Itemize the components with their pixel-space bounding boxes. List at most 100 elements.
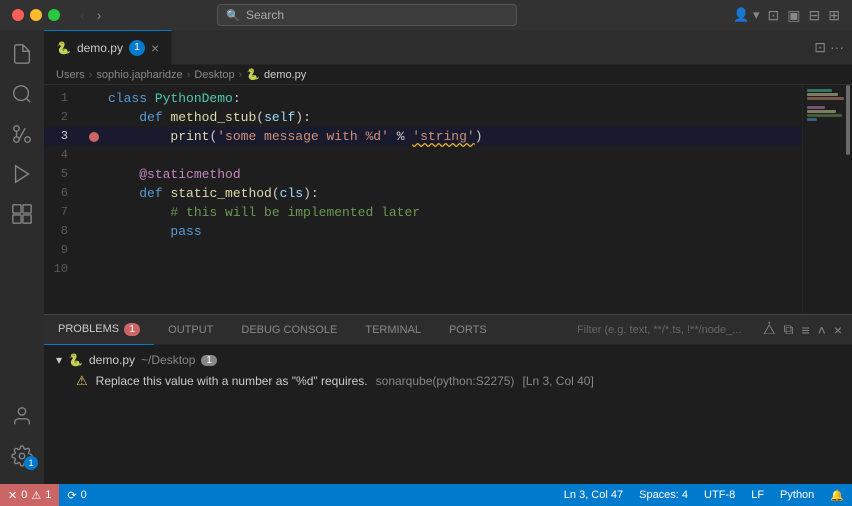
code-line-10: 10	[44, 260, 802, 279]
main-container: 1 🐍 demo.py 1 × ⊡ ··· Users	[0, 30, 852, 484]
line-content-7: # this will be implemented later	[104, 203, 794, 222]
editor-with-minimap: 1 class PythonDemo: 2 def method_stub(se…	[44, 85, 852, 314]
activity-bar: 1	[0, 30, 44, 484]
line-number-2: 2	[44, 108, 84, 127]
activity-item-explorer[interactable]	[2, 34, 42, 74]
encoding-text: UTF-8	[704, 489, 735, 501]
back-button[interactable]: ‹	[76, 5, 89, 25]
breakpoint-icon[interactable]	[89, 132, 99, 142]
search-icon: 🔍	[226, 9, 240, 22]
breadcrumb-desktop[interactable]: Desktop	[194, 69, 234, 81]
activity-item-run-debug[interactable]	[2, 154, 42, 194]
position-text: Ln 3, Col 47	[564, 489, 623, 501]
split-editor-button[interactable]: ⊡	[814, 39, 826, 56]
warning-icon: ⚠	[76, 373, 88, 389]
debug-console-label: DEBUG CONSOLE	[241, 324, 337, 336]
status-sync[interactable]: ⟳ 0	[59, 484, 94, 506]
minimap-line-2	[807, 93, 838, 96]
language-text: Python	[780, 489, 814, 501]
collapse-button[interactable]: ˄	[816, 320, 828, 340]
tab-demo-py[interactable]: 🐍 demo.py 1 ×	[44, 30, 172, 65]
problem-message: Replace this value with a number as "%d"…	[96, 374, 368, 388]
forward-button[interactable]: ›	[93, 5, 106, 25]
filter-input[interactable]	[577, 324, 757, 336]
layout-split-button[interactable]: ⊡	[768, 7, 780, 24]
status-errors[interactable]: ✕ 0 ⚠ 1	[0, 484, 59, 506]
file-icon: 🐍	[246, 68, 260, 81]
titlebar: ‹ › 🔍 Search 👤 ▾ ⊡ ▣ ⊟ ⊞	[0, 0, 852, 30]
panel-controls: ⧊ ⧉ ≡ ˄ ×	[577, 319, 852, 340]
tab-close-button[interactable]: ×	[151, 41, 159, 55]
status-notifications[interactable]: 🔔	[822, 484, 852, 506]
line-content-1: class PythonDemo:	[104, 89, 794, 108]
window-controls	[12, 9, 60, 21]
problems-label: PROBLEMS	[58, 323, 119, 335]
minimap-line-6	[807, 110, 836, 113]
line-content-5: @staticmethod	[104, 165, 794, 184]
minimize-button[interactable]	[30, 9, 42, 21]
line-gutter-3	[84, 132, 104, 142]
minimap-line-3	[807, 97, 844, 100]
panel-tab-ports[interactable]: PORTS	[435, 315, 501, 345]
activity-item-account[interactable]	[2, 396, 42, 436]
status-language[interactable]: Python	[772, 484, 822, 506]
search-bar[interactable]: 🔍 Search	[217, 4, 517, 26]
activity-item-search[interactable]	[2, 74, 42, 114]
problem-path: ~/Desktop	[141, 353, 195, 367]
problem-item-1[interactable]: ⚠ Replace this value with a number as "%…	[52, 369, 844, 393]
filter-button[interactable]: ⧊	[761, 319, 778, 340]
error-count: 0	[21, 489, 27, 501]
status-position[interactable]: Ln 3, Col 47	[556, 484, 631, 506]
panel-tab-debug-console[interactable]: DEBUG CONSOLE	[227, 315, 351, 345]
line-content-10	[104, 260, 794, 279]
activity-bottom: 1	[2, 396, 42, 484]
layout-button3[interactable]: ⊟	[809, 7, 821, 24]
editor-container: 🐍 demo.py 1 × ⊡ ··· Users › sophio.japha…	[44, 30, 852, 484]
breadcrumb-users[interactable]: Users	[56, 69, 85, 81]
breadcrumb-sep-2: ›	[187, 69, 191, 81]
code-line-5: 5 @staticmethod	[44, 165, 802, 184]
problem-source: sonarqube(python:S2275)	[376, 374, 515, 388]
close-button[interactable]	[12, 9, 24, 21]
minimap[interactable]	[802, 85, 852, 314]
panel-tab-problems[interactable]: PROBLEMS 1	[44, 315, 154, 345]
line-number-1: 1	[44, 89, 84, 108]
collapse-icon: ▾	[56, 353, 62, 367]
activity-item-extensions[interactable]	[2, 194, 42, 234]
avatar-button[interactable]: 👤 ▾	[733, 7, 759, 23]
problem-group-header[interactable]: ▾ 🐍 demo.py ~/Desktop 1	[52, 351, 844, 369]
minimap-line-7	[807, 114, 842, 117]
tab-badge: 1	[129, 40, 145, 56]
warning-icon: ⚠	[31, 489, 41, 502]
layout-button2[interactable]: ▣	[787, 7, 800, 24]
minimap-line-8	[807, 118, 817, 121]
line-ending-text: LF	[751, 489, 764, 501]
maximize-button[interactable]	[48, 9, 60, 21]
problems-badge: 1	[124, 323, 140, 336]
activity-item-settings[interactable]: 1	[2, 436, 42, 476]
status-spaces[interactable]: Spaces: 4	[631, 484, 696, 506]
status-encoding[interactable]: UTF-8	[696, 484, 743, 506]
minimap-line-5	[807, 106, 825, 109]
activity-item-source-control[interactable]	[2, 114, 42, 154]
close-panel-button[interactable]: ×	[832, 320, 844, 340]
ports-label: PORTS	[449, 324, 487, 336]
code-editor[interactable]: 1 class PythonDemo: 2 def method_stub(se…	[44, 85, 802, 314]
minimap-indicator	[846, 85, 850, 155]
more-actions-button[interactable]: ···	[830, 39, 844, 56]
panel-tab-output[interactable]: OUTPUT	[154, 315, 227, 345]
wrap-button[interactable]: ≡	[799, 320, 811, 340]
status-line-ending[interactable]: LF	[743, 484, 772, 506]
layout-button4[interactable]: ⊞	[828, 7, 840, 24]
breadcrumb: Users › sophio.japharidze › Desktop › 🐍 …	[44, 65, 852, 85]
panel-tab-terminal[interactable]: TERMINAL	[351, 315, 435, 345]
code-line-8: 8 pass	[44, 222, 802, 241]
code-line-4: 4	[44, 146, 802, 165]
line-content-2: def method_stub(self):	[104, 108, 794, 127]
breadcrumb-file[interactable]: 🐍 demo.py	[246, 68, 306, 81]
bell-icon: 🔔	[830, 489, 844, 502]
copy-button[interactable]: ⧉	[781, 319, 795, 340]
nav-buttons: ‹ ›	[76, 5, 105, 25]
breadcrumb-username[interactable]: sophio.japharidze	[96, 69, 182, 81]
line-content-9	[104, 241, 794, 260]
